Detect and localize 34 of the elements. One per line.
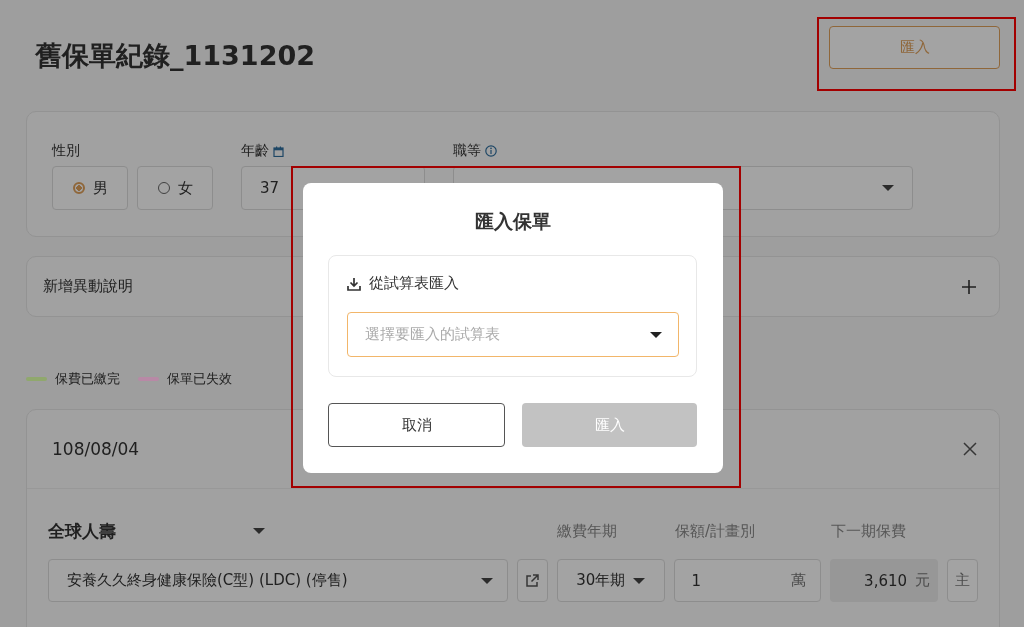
column-header: 繳費年期: [557, 521, 618, 541]
caret-icon: [480, 577, 493, 584]
dialog-title: 匯入保單: [473, 209, 552, 234]
role-button[interactable]: 主: [947, 559, 978, 602]
term-select[interactable]: 30年期: [556, 559, 665, 602]
policy-date: 108/08/04: [52, 439, 140, 459]
download-icon: [347, 276, 361, 291]
page-title: 舊保單紀錄_1131202: [35, 38, 315, 73]
change-note-label: 新增異動說明: [43, 277, 133, 296]
caret-icon: [253, 528, 265, 534]
insurer-select[interactable]: 全球人壽: [48, 519, 265, 543]
plus-icon[interactable]: [961, 278, 977, 295]
column-header: 下一期保費: [831, 521, 906, 541]
gender-label: 性別: [52, 142, 81, 160]
close-icon[interactable]: [963, 442, 977, 456]
import-source-label: 從試算表匯入: [369, 274, 459, 293]
cancel-button[interactable]: 取消: [328, 403, 505, 447]
column-header: 保額/計畫別: [675, 521, 757, 541]
info-icon: [485, 145, 497, 157]
age-label: 年齡: [241, 142, 269, 160]
job-label: 職等: [453, 142, 481, 160]
amount-field[interactable]: 1 萬: [673, 559, 822, 602]
caret-icon: [650, 331, 662, 338]
caret-icon: [882, 185, 894, 191]
gender-option[interactable]: 男: [52, 166, 128, 210]
caret-icon: [633, 577, 646, 584]
external-link-icon: [525, 573, 540, 588]
product-select[interactable]: 安養久久終身健康保險(C型) (LDC) (停售): [48, 559, 508, 602]
legend-label: 保單已失效: [167, 370, 232, 388]
legend-label: 保費已繳完: [55, 370, 120, 388]
open-link-button[interactable]: [516, 559, 548, 602]
premium-field: 3,610 元: [830, 559, 939, 602]
gender-option[interactable]: 女: [137, 166, 213, 210]
calendar-icon: [273, 145, 284, 157]
